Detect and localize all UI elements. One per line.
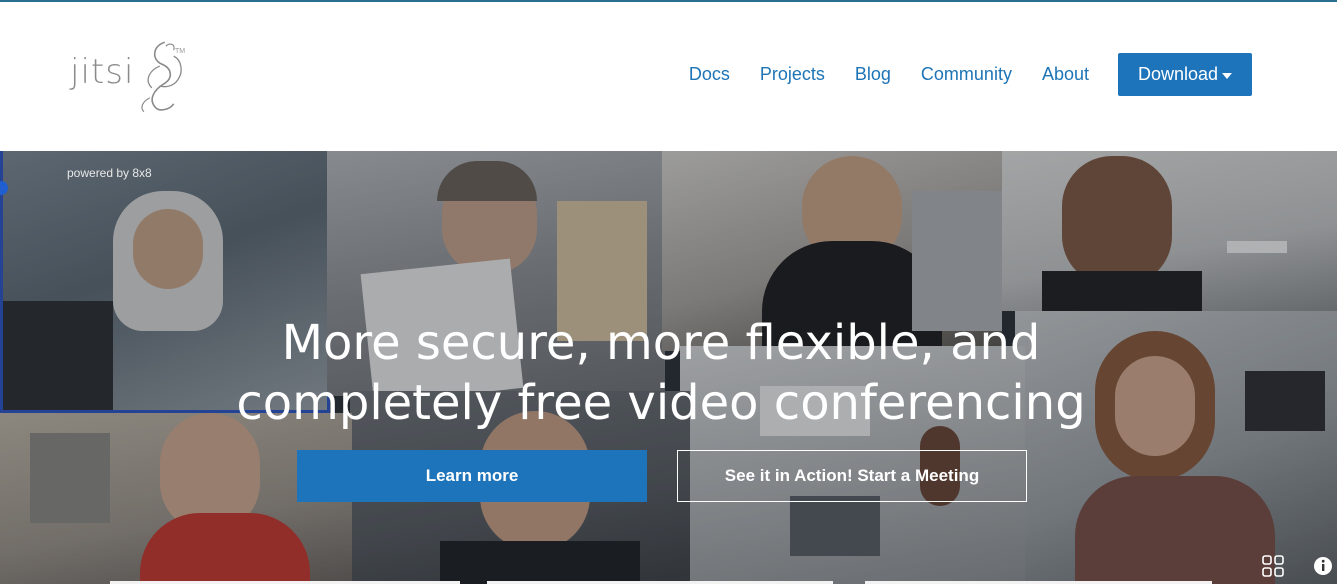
trademark: TM xyxy=(175,48,186,55)
powered-by-label: powered by 8x8 xyxy=(67,166,152,180)
caret-down-icon xyxy=(1222,72,1233,79)
jitsi-logo[interactable]: jitsi TM xyxy=(70,38,190,118)
logo-text: jitsi xyxy=(70,52,135,92)
headline-line-1: More secure, more flexible, and xyxy=(281,315,1041,372)
download-button[interactable]: Download xyxy=(1118,52,1252,96)
start-meeting-button[interactable]: See it in Action! Start a Meeting xyxy=(677,450,1027,502)
site-header: jitsi TM Docs Projects Blog Community Ab… xyxy=(0,2,1337,150)
main-nav: Docs Projects Blog Community About Downl… xyxy=(689,52,1252,96)
download-label: Download xyxy=(1137,63,1219,84)
hero-section: powered by 8x8 More secure, more flexibl… xyxy=(0,151,1337,584)
tile-view-icon[interactable] xyxy=(1262,555,1284,577)
nav-blog[interactable]: Blog xyxy=(855,64,891,85)
nav-about[interactable]: About xyxy=(1042,64,1089,85)
learn-more-button[interactable]: Learn more xyxy=(297,450,647,502)
nav-projects[interactable]: Projects xyxy=(760,64,825,85)
info-icon[interactable] xyxy=(1312,555,1334,577)
headline-line-2: completely free video conferencing xyxy=(236,375,1086,432)
nav-community[interactable]: Community xyxy=(921,64,1012,85)
nav-docs[interactable]: Docs xyxy=(689,64,730,85)
hero-headline: More secure, more flexible, and complete… xyxy=(0,313,1322,433)
